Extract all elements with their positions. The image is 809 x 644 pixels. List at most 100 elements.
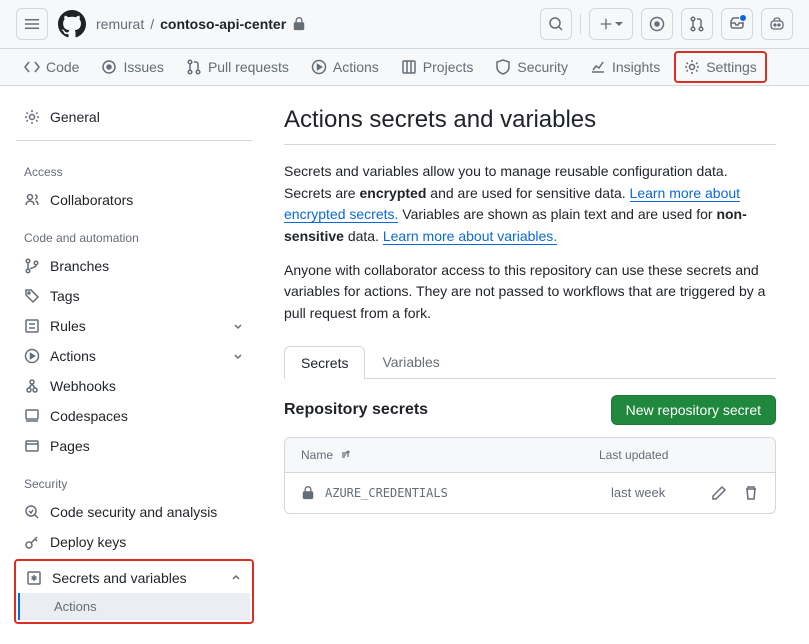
content: Actions secrets and variables Secrets an… — [260, 86, 800, 642]
copilot-button[interactable] — [761, 8, 793, 40]
page-title: Actions secrets and variables — [284, 106, 776, 145]
git-branch-icon — [24, 258, 40, 274]
tab-secrets[interactable]: Secrets — [284, 346, 365, 379]
divider — [16, 140, 252, 141]
sort-icon — [339, 449, 351, 461]
breadcrumb-repo[interactable]: contoso-api-center — [160, 16, 286, 32]
tab-variables[interactable]: Variables — [365, 345, 456, 378]
rules-icon — [24, 318, 40, 334]
sidebar-general[interactable]: General — [16, 102, 252, 132]
nav-pulls[interactable]: Pull requests — [178, 49, 297, 85]
nav-security[interactable]: Security — [487, 49, 576, 85]
sidebar-pages[interactable]: Pages — [16, 431, 252, 461]
code-icon — [24, 59, 40, 75]
top-bar: remurat / contoso-api-center — [0, 0, 809, 49]
sidebar-code-security[interactable]: Code security and analysis — [16, 497, 252, 527]
key-icon — [24, 534, 40, 550]
search-icon — [548, 16, 564, 32]
sidebar-secrets-sub-actions[interactable]: Actions — [18, 593, 250, 620]
new-repository-secret-button[interactable]: New repository secret — [611, 395, 776, 425]
edit-secret-button[interactable] — [711, 485, 727, 501]
sidebar-rules-label: Rules — [50, 318, 86, 334]
nav-insights-label: Insights — [612, 59, 660, 75]
github-logo[interactable] — [56, 8, 88, 40]
topbar-actions — [540, 8, 793, 40]
tag-icon — [24, 288, 40, 304]
sidebar-branches[interactable]: Branches — [16, 251, 252, 281]
sidebar-pages-label: Pages — [50, 438, 90, 454]
sidebar-secrets-highlight: Secrets and variables Actions — [14, 559, 254, 624]
table-header: Name Last updated — [285, 438, 775, 473]
nav-projects-label: Projects — [423, 59, 474, 75]
create-new-button[interactable] — [589, 8, 633, 40]
nav-projects[interactable]: Projects — [393, 49, 482, 85]
sidebar-tags-label: Tags — [50, 288, 80, 304]
divider — [580, 14, 581, 34]
browser-icon — [24, 438, 40, 454]
pull-requests-button[interactable] — [681, 8, 713, 40]
search-button[interactable] — [540, 8, 572, 40]
graph-icon — [590, 59, 606, 75]
webhook-icon — [24, 378, 40, 394]
col-name[interactable]: Name — [301, 448, 599, 462]
section-title: Repository secrets — [284, 401, 428, 419]
sidebar-actions[interactable]: Actions — [16, 341, 252, 371]
tabs: Secrets Variables — [284, 345, 776, 379]
sidebar-code-security-label: Code security and analysis — [50, 504, 217, 520]
chevron-down-icon — [232, 350, 244, 362]
sidebar-codespaces[interactable]: Codespaces — [16, 401, 252, 431]
play-icon — [311, 59, 327, 75]
issues-button[interactable] — [641, 8, 673, 40]
gear-icon — [684, 59, 700, 75]
lock-icon — [301, 486, 315, 500]
secret-updated: last week — [611, 485, 711, 500]
key-asterisk-icon — [26, 570, 42, 586]
codescan-icon — [24, 504, 40, 520]
breadcrumb: remurat / contoso-api-center — [96, 16, 306, 32]
sidebar-tags[interactable]: Tags — [16, 281, 252, 311]
col-updated: Last updated — [599, 448, 759, 462]
sidebar-webhooks-label: Webhooks — [50, 378, 116, 394]
issue-icon — [649, 16, 665, 32]
trash-icon — [743, 485, 759, 501]
sidebar-branches-label: Branches — [50, 258, 109, 274]
notification-dot — [739, 14, 747, 22]
codespaces-icon — [24, 408, 40, 424]
sidebar-secrets-variables[interactable]: Secrets and variables — [18, 563, 250, 593]
gear-icon — [24, 109, 40, 125]
row-actions — [711, 485, 759, 501]
project-icon — [401, 59, 417, 75]
sidebar-code-heading: Code and automation — [16, 215, 252, 251]
sidebar-deploy-keys[interactable]: Deploy keys — [16, 527, 252, 557]
chevron-up-icon — [230, 572, 242, 584]
menu-button[interactable] — [16, 8, 48, 40]
nav-issues[interactable]: Issues — [93, 49, 171, 85]
sidebar-secrets-label: Secrets and variables — [52, 570, 187, 586]
nav-pulls-label: Pull requests — [208, 59, 289, 75]
sidebar-codespaces-label: Codespaces — [50, 408, 128, 424]
nav-insights[interactable]: Insights — [582, 49, 668, 85]
nav-actions[interactable]: Actions — [303, 49, 387, 85]
sidebar-rules[interactable]: Rules — [16, 311, 252, 341]
github-icon — [58, 10, 86, 38]
sidebar-webhooks[interactable]: Webhooks — [16, 371, 252, 401]
play-icon — [24, 348, 40, 364]
sidebar-security-heading: Security — [16, 461, 252, 497]
nav-code[interactable]: Code — [16, 49, 87, 85]
secrets-table: Name Last updated AZURE_CREDENTIALS last… — [284, 437, 776, 514]
repo-nav: Code Issues Pull requests Actions Projec… — [0, 49, 809, 86]
nav-settings[interactable]: Settings — [674, 51, 767, 83]
chevron-down-icon — [232, 320, 244, 332]
notifications-button[interactable] — [721, 8, 753, 40]
sidebar-collaborators[interactable]: Collaborators — [16, 185, 252, 215]
secret-name: AZURE_CREDENTIALS — [301, 486, 611, 500]
nav-code-label: Code — [46, 59, 79, 75]
breadcrumb-owner[interactable]: remurat — [96, 16, 144, 32]
delete-secret-button[interactable] — [743, 485, 759, 501]
sidebar-actions-label: Actions — [50, 348, 96, 364]
pencil-icon — [711, 485, 727, 501]
link-variables[interactable]: Learn more about variables. — [383, 228, 557, 245]
people-icon — [24, 192, 40, 208]
git-pull-request-icon — [186, 59, 202, 75]
description-2: Anyone with collaborator access to this … — [284, 260, 776, 325]
